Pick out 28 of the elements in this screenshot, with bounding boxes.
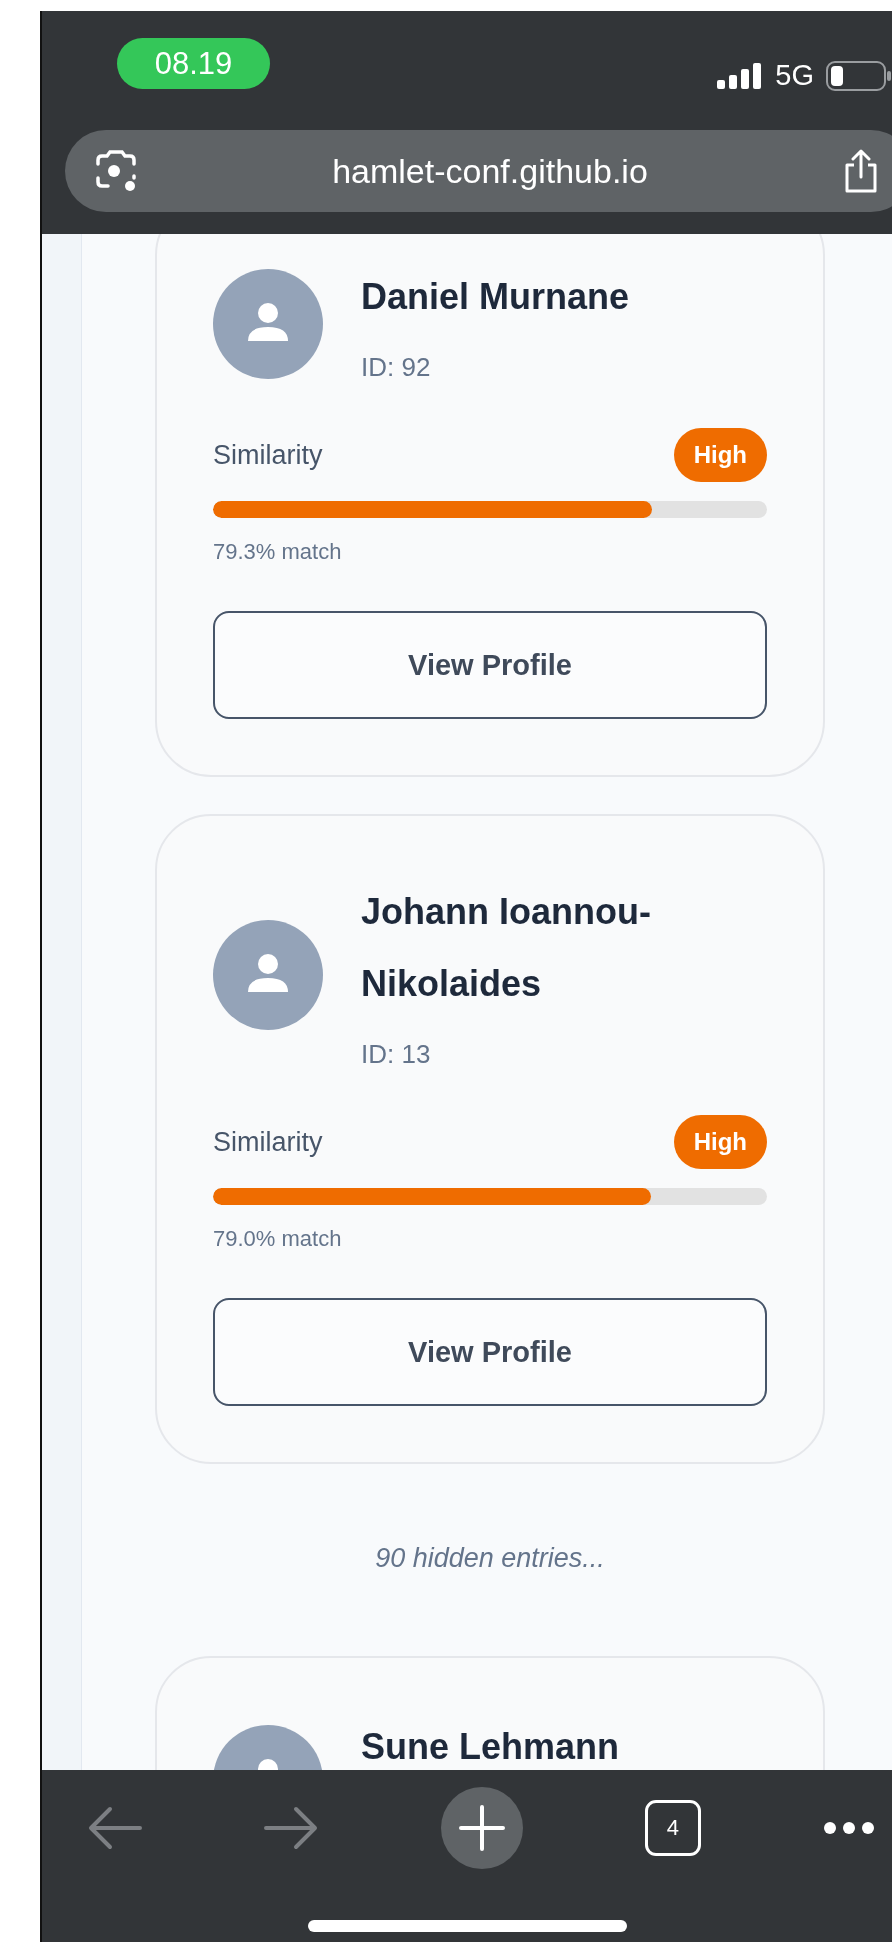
hidden-entries-note: 90 hidden entries... [374,1542,606,1575]
similarity-badge: High [673,1115,767,1169]
person-name: Johann Ioannou-Nikolaides [361,890,652,1006]
camera-search-icon[interactable] [94,150,138,192]
view-profile-button[interactable]: View Profile [213,611,767,719]
tab-count-button[interactable]: 4 [644,1799,701,1856]
person-name: Daniel Murnane [361,275,631,319]
person-name: Sune Lehmann [361,1725,621,1769]
match-text: 79.3% match [213,538,343,566]
forward-arrow-icon[interactable] [264,1805,319,1850]
battery-icon [826,60,892,91]
avatar-icon [213,920,323,1030]
new-tab-button[interactable] [440,1786,523,1869]
similarity-label: Similarity [213,439,323,471]
back-arrow-icon[interactable] [88,1805,142,1850]
similarity-badge: High [673,428,767,482]
avatar-icon [213,269,323,379]
match-text: 79.0% match [213,1225,343,1253]
address-bar[interactable]: hamlet-conf.github.io [65,130,892,212]
network-label: 5G [775,59,814,92]
id-label: ID: 13 [361,1038,432,1071]
similarity-label: Similarity [213,1126,323,1158]
url-text: hamlet-conf.github.io [331,151,649,191]
time-pill: 08.19 [117,38,270,89]
signal-icon [717,62,764,89]
view-profile-button[interactable]: View Profile [213,1298,767,1406]
more-icon[interactable] [823,1820,875,1835]
id-label: ID: 92 [361,351,432,384]
